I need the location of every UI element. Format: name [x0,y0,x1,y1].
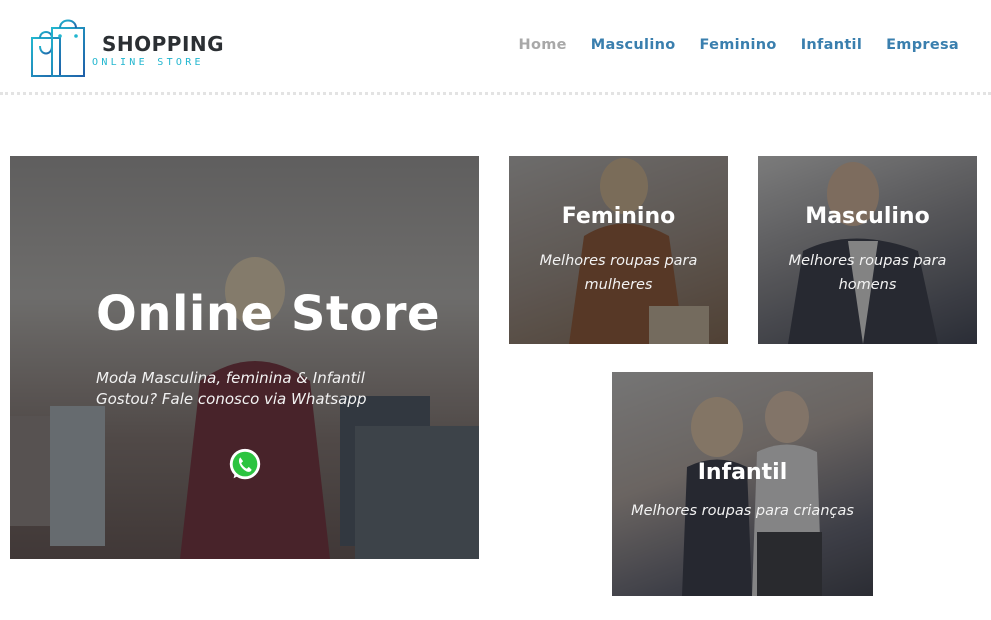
hero-content: Online Store Moda Masculina, feminina & … [10,156,479,559]
nav-feminino[interactable]: Feminino [699,37,776,53]
masculino-title: Masculino [805,204,930,229]
infantil-title: Infantil [697,459,788,485]
category-card-masculino[interactable]: Masculino Melhores roupas para homens [758,156,977,344]
whatsapp-icon[interactable] [226,446,264,484]
hero-title: Online Store [96,286,441,342]
masculino-content: Masculino Melhores roupas para homens [758,156,977,344]
brand-logo[interactable]: SHOPPING ONLINE STORE [28,16,238,80]
nav-home[interactable]: Home [519,37,567,53]
brand-subtitle: ONLINE STORE [92,57,204,68]
nav-masculino[interactable]: Masculino [591,37,676,53]
hero-banner: Online Store Moda Masculina, feminina & … [10,156,479,559]
header-divider [0,92,991,95]
site-header: SHOPPING ONLINE STORE Home Masculino Fem… [0,0,991,96]
main-nav: Home Masculino Feminino Infantil Empresa [519,37,959,53]
feminino-text: Melhores roupas para mulheres [539,253,698,293]
masculino-text: Melhores roupas para homens [788,253,947,293]
feminino-content: Feminino Melhores roupas para mulheres [509,156,728,344]
nav-infantil[interactable]: Infantil [801,37,862,53]
brand-title: SHOPPING [102,32,225,56]
nav-empresa[interactable]: Empresa [886,37,959,53]
hero-line-2: Gostou? Fale conosco via Whatsapp [96,390,367,408]
infantil-content: Infantil Melhores roupas para crianças [612,372,873,596]
category-card-infantil[interactable]: Infantil Melhores roupas para crianças [612,372,873,596]
hero-line-1: Moda Masculina, feminina & Infantil [96,369,365,387]
category-card-feminino[interactable]: Feminino Melhores roupas para mulheres [509,156,728,344]
shopping-bags-icon [31,19,85,77]
infantil-text: Melhores roupas para crianças [631,502,854,519]
feminino-title: Feminino [561,204,676,229]
